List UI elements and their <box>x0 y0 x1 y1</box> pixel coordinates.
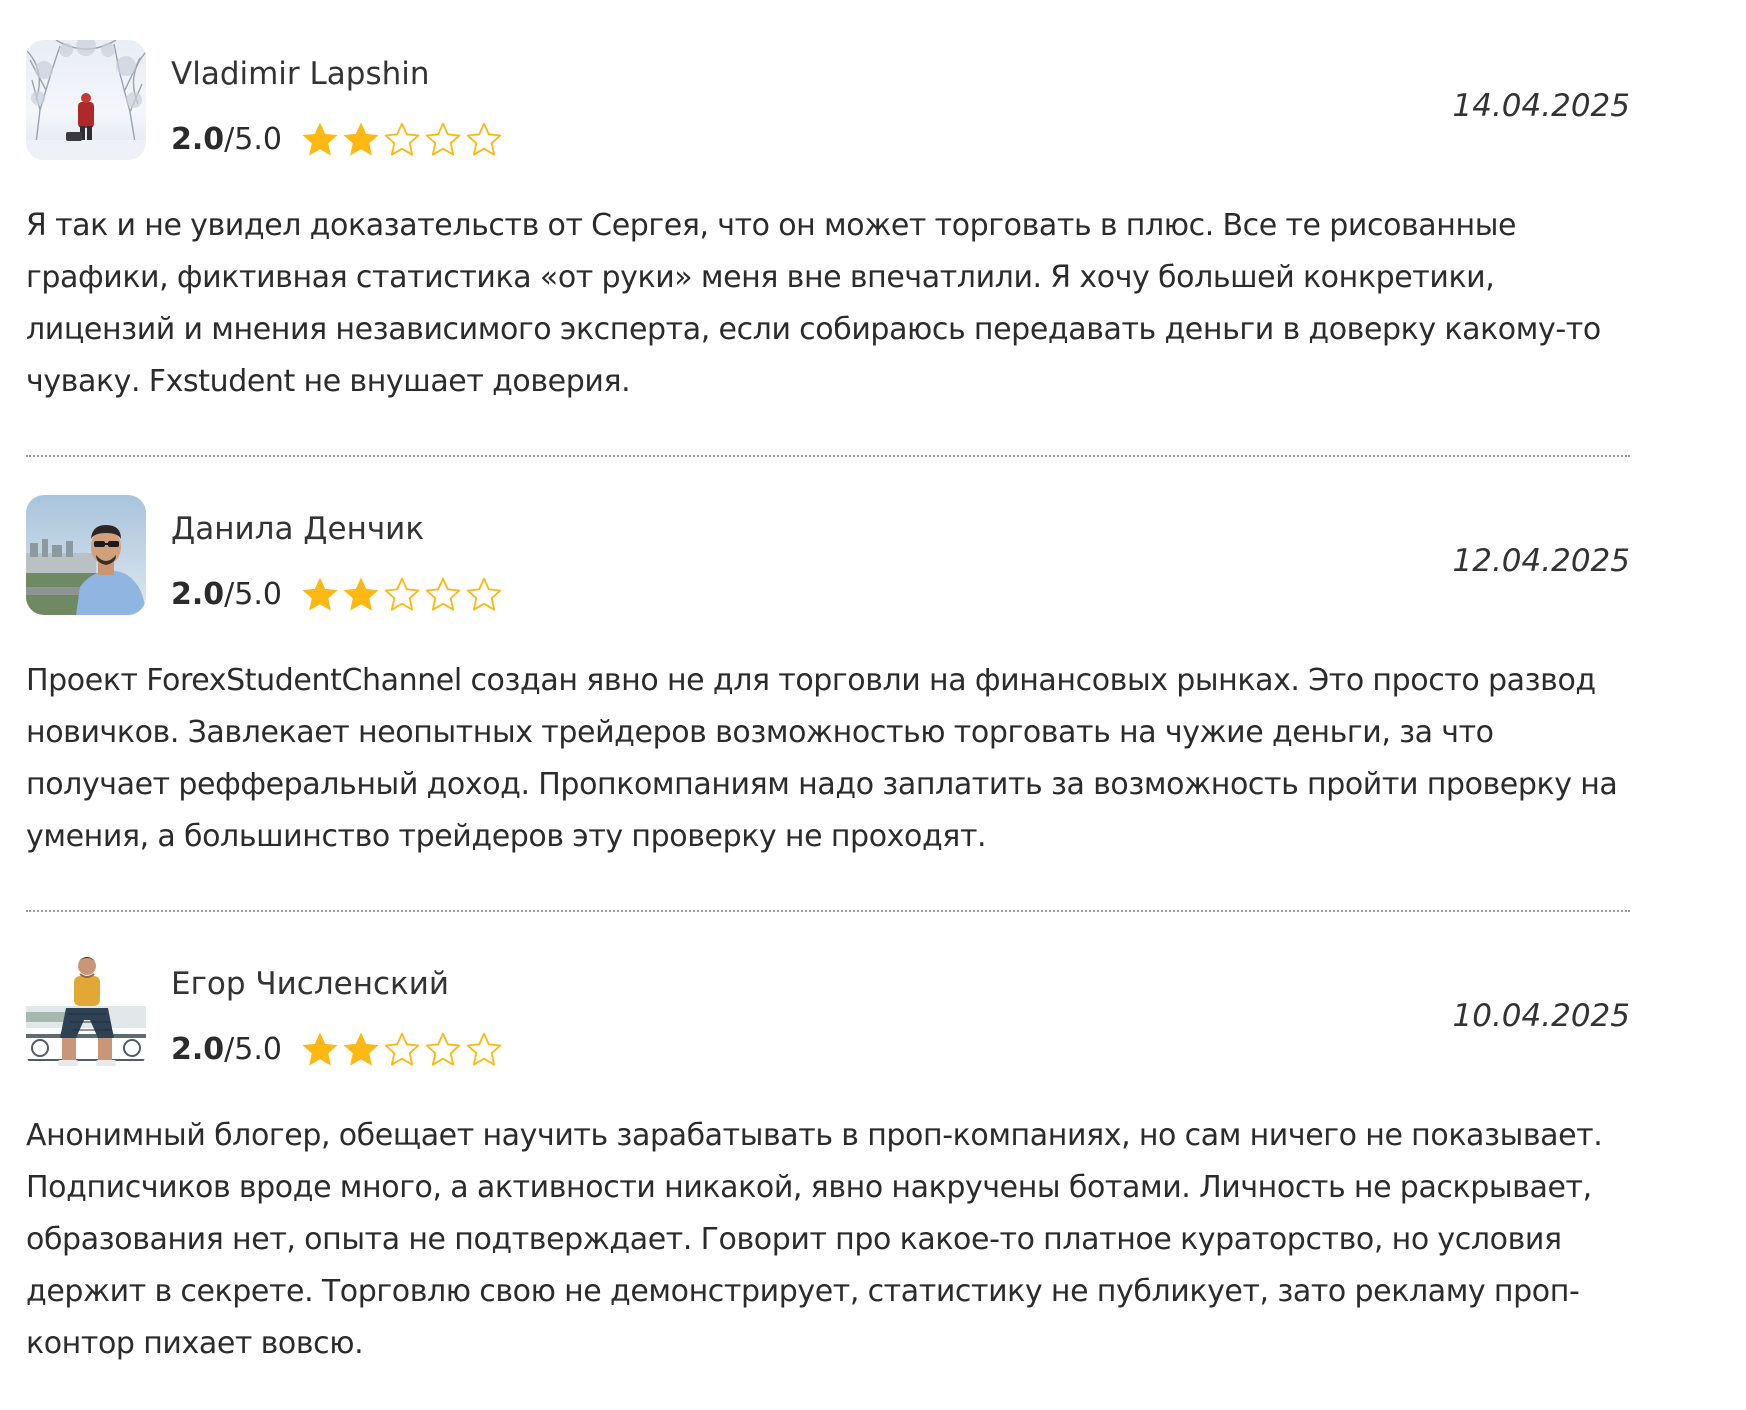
rating-value: 2.0 <box>171 1032 225 1067</box>
rating-stars <box>300 120 504 160</box>
review-text: Я так и не увидел доказательств от Серге… <box>26 208 1601 399</box>
star-empty-icon <box>466 577 502 611</box>
rating-max: /5.0 <box>224 122 282 157</box>
star-empty-icon <box>425 1032 461 1066</box>
rating-stars <box>300 575 504 615</box>
star-filled-icon <box>343 1032 379 1066</box>
star-filled-icon <box>302 1032 338 1066</box>
review-date: 12.04.2025 <box>1452 543 1631 579</box>
rating: 2.0/5.0 <box>171 1030 504 1070</box>
rating-score: 2.0/5.0 <box>171 120 282 160</box>
avatar[interactable] <box>26 495 146 615</box>
star-empty-icon <box>425 122 461 156</box>
rating: 2.0/5.0 <box>171 120 504 160</box>
star-empty-icon <box>425 577 461 611</box>
review-date: 14.04.2025 <box>1452 88 1631 124</box>
rating-score: 2.0/5.0 <box>171 575 282 615</box>
star-filled-icon <box>343 577 379 611</box>
review-text: Анонимный блогер, обещает научить зараба… <box>26 1118 1603 1361</box>
star-filled-icon <box>343 122 379 156</box>
author-name[interactable]: Данила Денчик <box>171 509 424 549</box>
rating-max: /5.0 <box>224 577 282 612</box>
avatar[interactable] <box>26 40 146 160</box>
divider <box>26 455 1630 457</box>
rating-stars <box>300 1030 504 1070</box>
star-empty-icon <box>384 122 420 156</box>
rating-max: /5.0 <box>224 1032 282 1067</box>
rating-value: 2.0 <box>171 122 225 157</box>
author-name[interactable]: Vladimir Lapshin <box>171 54 430 94</box>
review-date: 10.04.2025 <box>1452 998 1631 1034</box>
avatar[interactable] <box>26 950 146 1070</box>
star-empty-icon <box>384 1032 420 1066</box>
star-filled-icon <box>302 122 338 156</box>
star-empty-icon <box>384 577 420 611</box>
author-name[interactable]: Егор Численский <box>171 964 449 1004</box>
star-empty-icon <box>466 1032 502 1066</box>
star-filled-icon <box>302 577 338 611</box>
rating-value: 2.0 <box>171 577 225 612</box>
rating: 2.0/5.0 <box>171 575 504 615</box>
review-text: Проект ForexStudentChannel создан явно н… <box>26 663 1618 854</box>
divider <box>26 910 1630 912</box>
rating-score: 2.0/5.0 <box>171 1030 282 1070</box>
star-empty-icon <box>466 122 502 156</box>
